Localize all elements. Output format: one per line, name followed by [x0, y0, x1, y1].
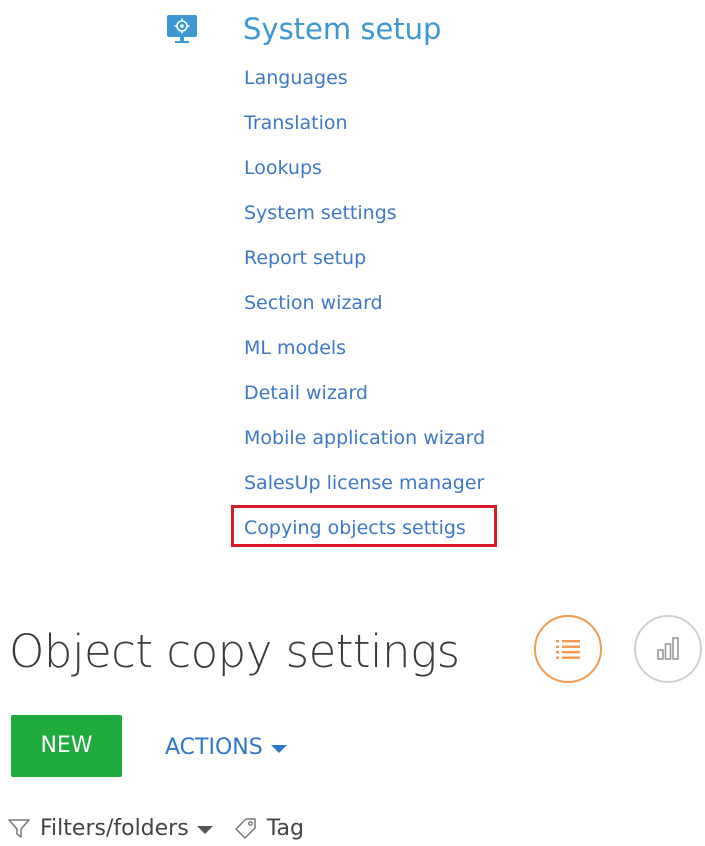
system-setup-icon	[166, 14, 198, 44]
system-setup-links: Languages Translation Lookups System set…	[244, 62, 485, 557]
tag-label: Tag	[266, 815, 304, 841]
link-mobile-application-wizard[interactable]: Mobile application wizard	[244, 422, 485, 467]
filters-folders-label: Filters/folders	[40, 815, 189, 841]
system-setup-title[interactable]: System setup	[243, 7, 441, 51]
link-languages[interactable]: Languages	[244, 62, 485, 107]
filters-folders-button[interactable]: Filters/folders	[6, 815, 213, 841]
new-button[interactable]: NEW	[11, 715, 122, 777]
link-detail-wizard[interactable]: Detail wizard	[244, 377, 485, 422]
chevron-down-icon	[270, 744, 287, 753]
actions-label: ACTIONS	[165, 734, 263, 760]
analytics-view-icon	[657, 637, 679, 660]
link-system-settings[interactable]: System settings	[244, 197, 485, 242]
filters-row: Filters/folders Tag	[6, 810, 304, 846]
page-title: Object copy settings	[9, 625, 460, 678]
list-view-button[interactable]	[534, 615, 602, 683]
link-section-wizard[interactable]: Section wizard	[244, 287, 485, 332]
chevron-down-icon	[196, 825, 213, 834]
link-report-setup[interactable]: Report setup	[244, 242, 485, 287]
analytics-view-button[interactable]	[634, 615, 702, 683]
highlight-frame	[231, 505, 497, 547]
link-translation[interactable]: Translation	[244, 107, 485, 152]
tag-button[interactable]: Tag	[233, 815, 304, 841]
list-view-icon	[556, 640, 580, 659]
actions-button[interactable]: ACTIONS	[165, 725, 287, 769]
link-lookups[interactable]: Lookups	[244, 152, 485, 197]
tag-icon	[234, 818, 256, 839]
filter-icon	[8, 819, 30, 838]
link-ml-models[interactable]: ML models	[244, 332, 485, 377]
